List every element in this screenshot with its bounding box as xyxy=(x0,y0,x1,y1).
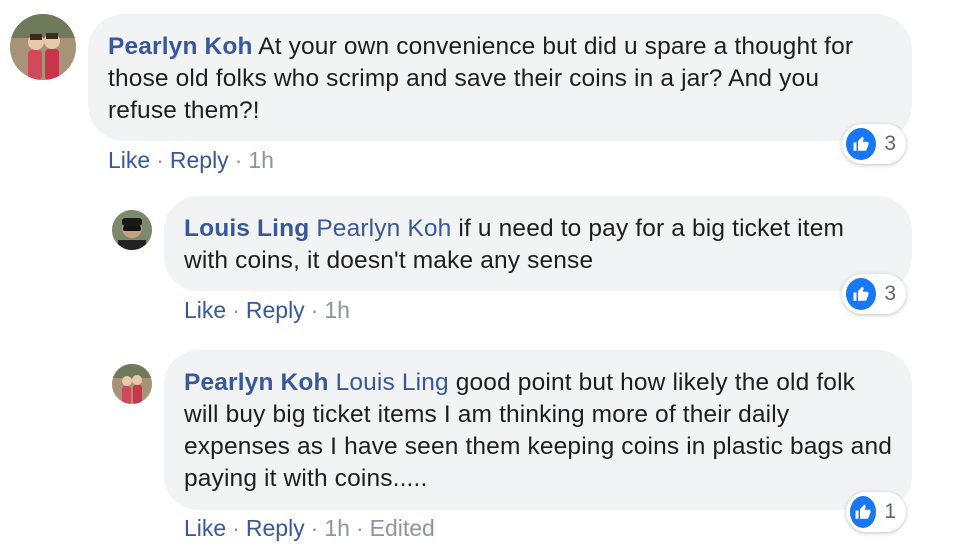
separator: · xyxy=(355,515,364,541)
like-button[interactable]: Like xyxy=(108,147,150,173)
separator: · xyxy=(310,515,319,541)
profile-photo-icon xyxy=(112,364,152,404)
like-button[interactable]: Like xyxy=(184,297,226,323)
like-thumb-icon xyxy=(850,496,877,528)
mention-link[interactable]: Pearlyn Koh xyxy=(316,215,451,242)
like-thumb-icon xyxy=(846,278,877,310)
mention-link[interactable]: Louis Ling xyxy=(336,369,449,396)
comment-bubble: Pearlyn Koh At your own convenience but … xyxy=(88,14,912,141)
profile-photo-icon xyxy=(10,14,76,80)
edited-label[interactable]: Edited xyxy=(370,515,435,541)
comment-author[interactable]: Pearlyn Koh xyxy=(184,369,329,396)
reaction-count: 3 xyxy=(884,282,896,305)
reaction-badge[interactable]: 3 xyxy=(842,124,906,164)
like-thumb-icon xyxy=(846,128,877,160)
timestamp[interactable]: 1h xyxy=(324,515,350,541)
reply-button[interactable]: Reply xyxy=(170,147,229,173)
reaction-count: 3 xyxy=(884,132,896,155)
profile-photo-icon xyxy=(112,210,152,250)
avatar[interactable] xyxy=(112,364,152,404)
comment-bubble: Pearlyn Koh Louis Ling good point but ho… xyxy=(164,350,912,510)
reply-button[interactable]: Reply xyxy=(246,515,305,541)
reaction-count: 1 xyxy=(884,500,896,523)
like-button[interactable]: Like xyxy=(184,515,226,541)
comment-bubble: Louis Ling Pearlyn Koh if u need to pay … xyxy=(164,196,912,291)
comment-actions: Like · Reply · 1h xyxy=(184,296,350,324)
separator: · xyxy=(234,147,243,173)
separator: · xyxy=(232,515,240,541)
separator: · xyxy=(310,297,319,323)
comment-actions: Like · Reply · 1h xyxy=(108,146,274,174)
separator: · xyxy=(232,297,240,323)
reaction-badge[interactable]: 1 xyxy=(846,492,906,532)
comment-actions: Like · Reply · 1h · Edited xyxy=(184,514,435,542)
separator: · xyxy=(156,147,164,173)
reply-button[interactable]: Reply xyxy=(246,297,305,323)
avatar[interactable] xyxy=(10,14,76,80)
timestamp[interactable]: 1h xyxy=(248,147,274,173)
avatar[interactable] xyxy=(112,210,152,250)
comment-author[interactable]: Louis Ling xyxy=(184,215,309,242)
reaction-badge[interactable]: 3 xyxy=(842,274,906,314)
comment-author[interactable]: Pearlyn Koh xyxy=(108,33,253,60)
timestamp[interactable]: 1h xyxy=(324,297,350,323)
